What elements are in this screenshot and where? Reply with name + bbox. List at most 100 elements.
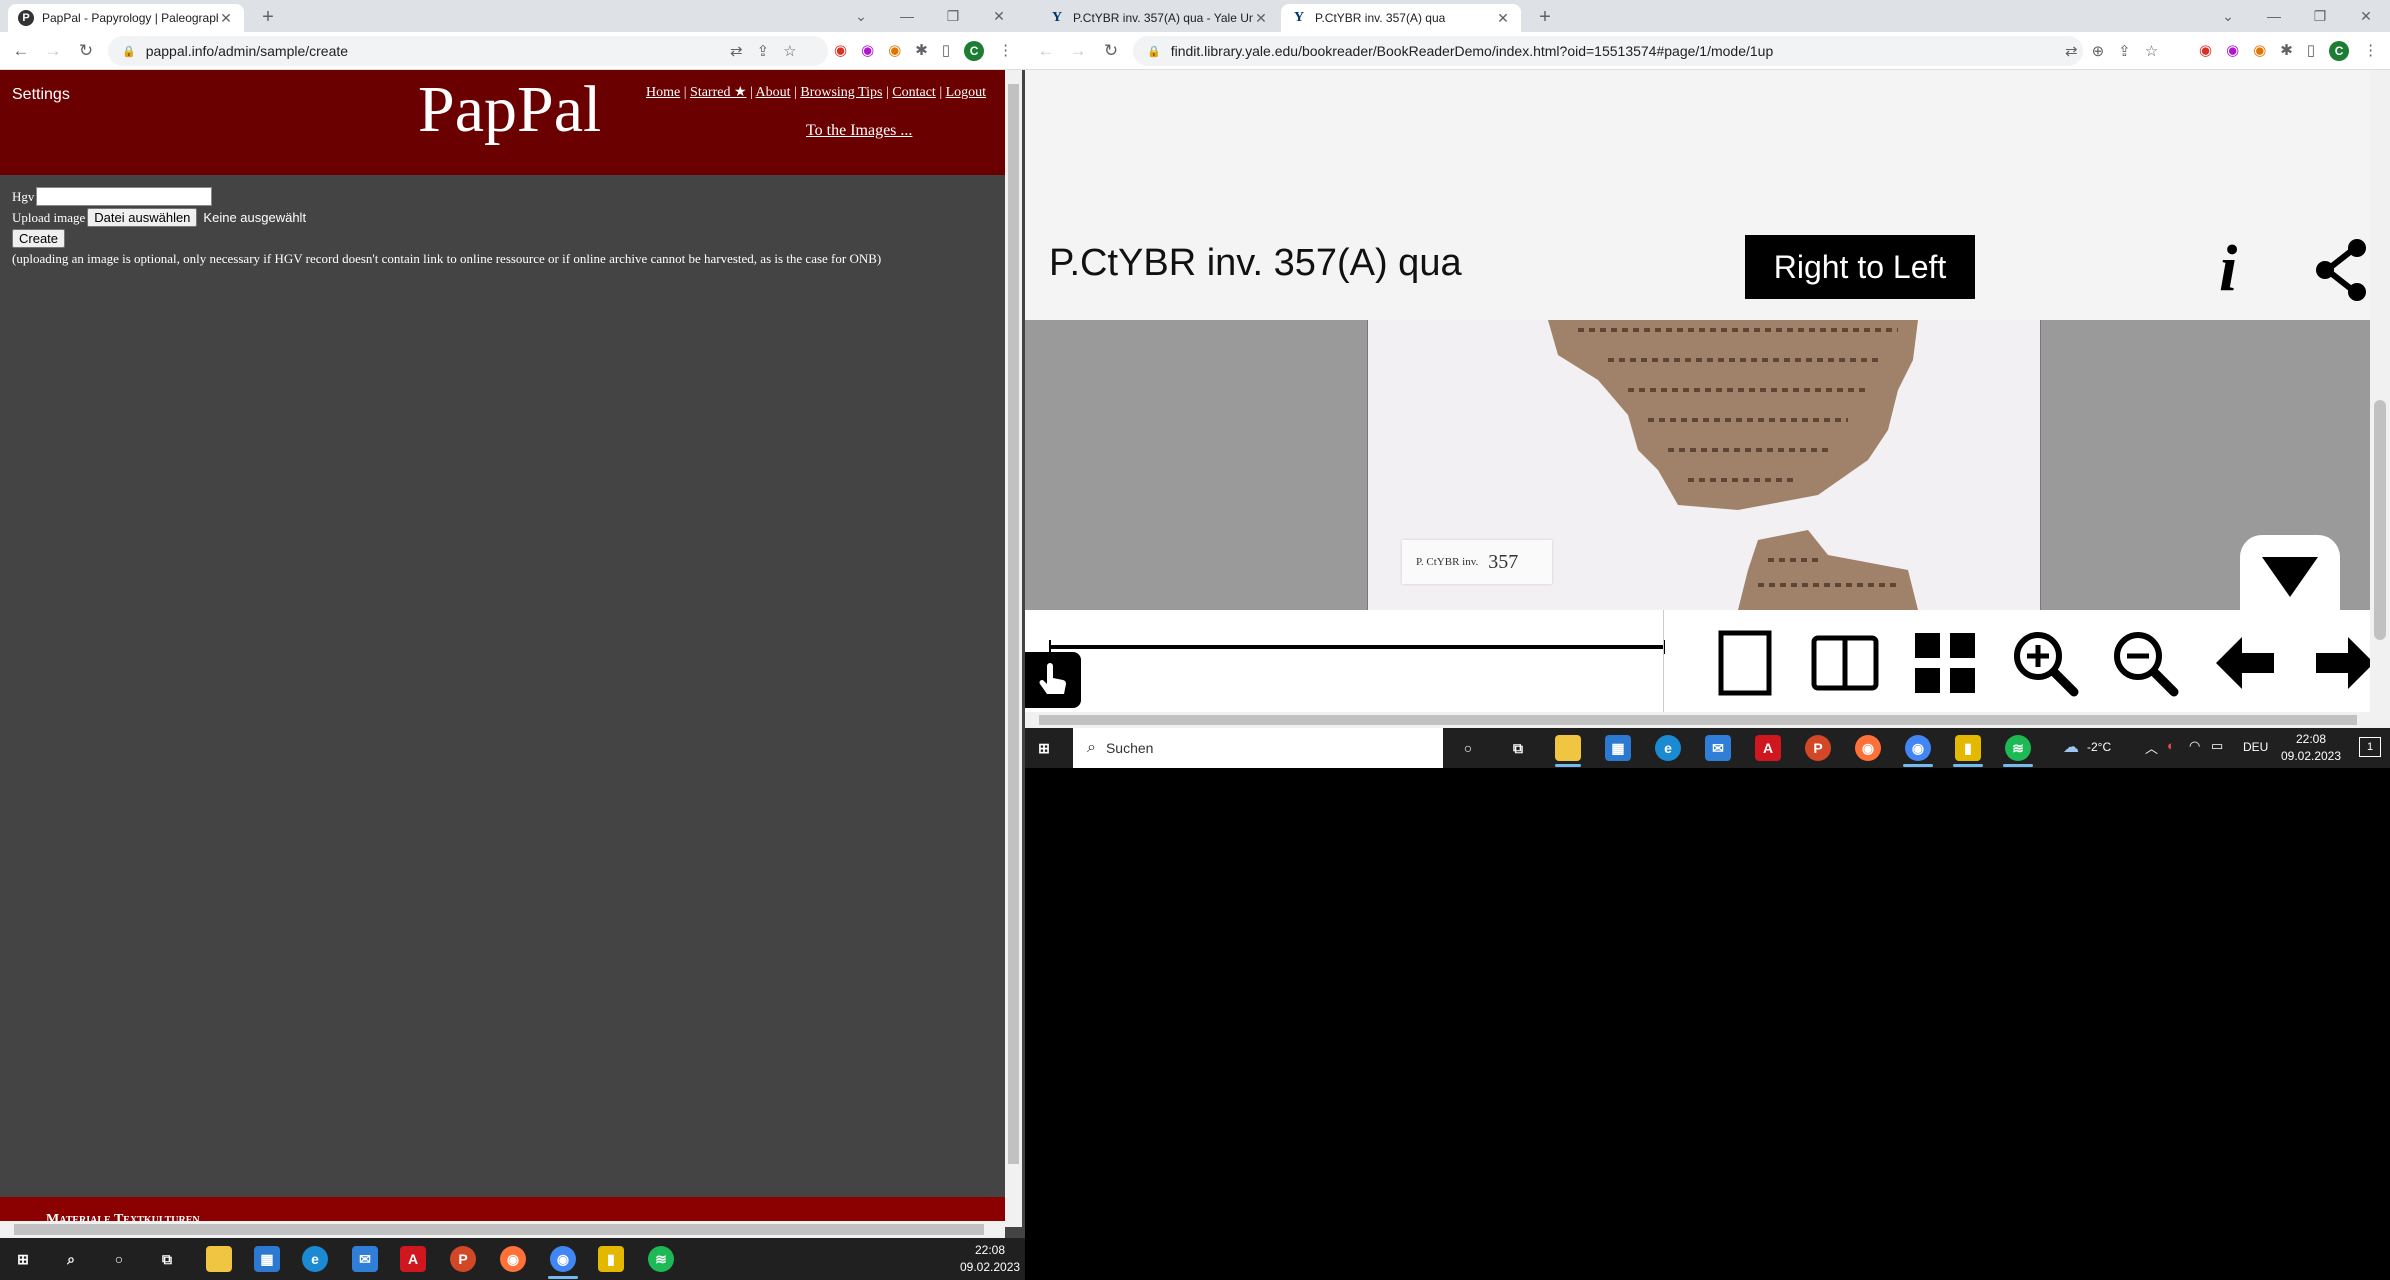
page-viewer[interactable]: P. CtYBR inv. 357 bbox=[1025, 320, 2370, 610]
extension-orange-icon[interactable]: ◉ bbox=[888, 41, 901, 61]
address-bar[interactable]: 🔒 pappal.info/admin/sample/create bbox=[108, 36, 828, 66]
file-explorer-icon[interactable] bbox=[206, 1246, 232, 1272]
chrome-icon[interactable]: ◉ bbox=[1905, 735, 1931, 761]
tab-search-icon[interactable]: ⌄ bbox=[838, 8, 884, 25]
tray-chevron-icon[interactable]: ︿ bbox=[2145, 738, 2158, 757]
pappal-logo[interactable]: PapPal bbox=[418, 72, 601, 148]
sticky-notes-icon[interactable]: ▮ bbox=[1955, 735, 1981, 761]
share-icon[interactable]: ⇪ bbox=[2118, 42, 2131, 60]
extension-orange-icon[interactable]: ◉ bbox=[2253, 41, 2266, 61]
scroll-thumb[interactable] bbox=[14, 1224, 984, 1235]
slider-handle[interactable] bbox=[1025, 652, 1081, 708]
address-bar[interactable]: 🔒 findit.library.yale.edu/bookreader/Boo… bbox=[1133, 36, 2083, 66]
spotify-icon[interactable]: ≋ bbox=[648, 1246, 674, 1272]
extension-purple-icon[interactable]: ◉ bbox=[861, 41, 874, 61]
antivirus-icon[interactable]: ◐ bbox=[2167, 738, 2175, 753]
reload-icon[interactable]: ↻ bbox=[75, 41, 97, 61]
new-tab-button[interactable]: + bbox=[256, 6, 280, 29]
nav-starred[interactable]: Starred ★ bbox=[690, 85, 746, 100]
two-page-view-icon[interactable] bbox=[1810, 628, 1880, 698]
close-tab-icon[interactable]: ✕ bbox=[1495, 10, 1511, 27]
profile-avatar[interactable]: C bbox=[964, 41, 985, 61]
search-icon[interactable]: ⌕ bbox=[58, 1246, 84, 1272]
back-icon[interactable]: ← bbox=[10, 41, 32, 61]
sticky-notes-icon[interactable]: ▮ bbox=[598, 1246, 624, 1272]
task-view-icon[interactable]: ⧉ bbox=[1505, 735, 1531, 761]
notifications-icon[interactable]: 1 bbox=[2359, 737, 2381, 757]
tab-pappal[interactable]: P PapPal - Papyrology | Paleography ✕ bbox=[8, 4, 244, 32]
acrobat-icon[interactable]: A bbox=[400, 1246, 426, 1272]
start-icon[interactable]: ⊞ bbox=[10, 1246, 36, 1272]
thumbnail-view-icon[interactable] bbox=[1910, 628, 1980, 698]
store-icon[interactable]: ▦ bbox=[254, 1246, 280, 1272]
left-horizontal-scrollbar[interactable] bbox=[0, 1221, 1005, 1238]
zoom-icon[interactable]: ⊕ bbox=[2092, 42, 2105, 60]
scroll-thumb[interactable] bbox=[1008, 84, 1019, 1164]
previous-page-icon[interactable] bbox=[2210, 628, 2280, 698]
create-button[interactable]: Create bbox=[12, 229, 66, 248]
profile-avatar[interactable]: C bbox=[2329, 41, 2350, 61]
powerpoint-icon[interactable]: P bbox=[1805, 735, 1831, 761]
nav-contact[interactable]: Contact bbox=[892, 85, 936, 100]
puzzle-icon[interactable]: ✱ bbox=[915, 41, 928, 61]
powerpoint-icon[interactable]: P bbox=[450, 1246, 476, 1272]
bookmark-star-icon[interactable]: ☆ bbox=[2145, 42, 2158, 60]
nav-home[interactable]: Home bbox=[646, 85, 680, 100]
close-tab-icon[interactable]: ✕ bbox=[1253, 10, 1269, 27]
hgv-input[interactable] bbox=[36, 187, 213, 206]
forward-icon[interactable]: → bbox=[42, 41, 64, 61]
extension-red-icon[interactable]: ◉ bbox=[834, 41, 847, 61]
toggle-toolbar-button[interactable] bbox=[2240, 535, 2340, 610]
translate-icon[interactable]: ⇄ bbox=[2065, 42, 2078, 60]
bookmark-star-icon[interactable]: ☆ bbox=[783, 42, 796, 60]
mail-icon[interactable]: ✉ bbox=[1705, 735, 1731, 761]
cortana-icon[interactable]: ○ bbox=[106, 1246, 132, 1272]
firefox-icon[interactable]: ◉ bbox=[1855, 735, 1881, 761]
close-tab-icon[interactable]: ✕ bbox=[218, 10, 234, 27]
battery-icon[interactable]: ▭ bbox=[2211, 738, 2223, 754]
extension-red-icon[interactable]: ◉ bbox=[2199, 41, 2212, 61]
nav-browsing-tips[interactable]: Browsing Tips bbox=[800, 85, 882, 100]
edge-icon[interactable]: e bbox=[1655, 735, 1681, 761]
tab-search-icon[interactable]: ⌄ bbox=[2205, 8, 2251, 25]
restore-icon[interactable]: ❐ bbox=[930, 8, 976, 25]
one-page-view-icon[interactable] bbox=[1710, 628, 1780, 698]
puzzle-icon[interactable]: ✱ bbox=[2280, 41, 2293, 61]
back-icon[interactable]: ← bbox=[1035, 41, 1057, 61]
left-clock[interactable]: 22:08 09.02.2023 bbox=[960, 1242, 1020, 1276]
menu-kebab-icon[interactable]: ⋮ bbox=[998, 41, 1013, 61]
zoom-in-icon[interactable] bbox=[2010, 628, 2080, 698]
reload-icon[interactable]: ↻ bbox=[1100, 41, 1122, 61]
scroll-thumb[interactable] bbox=[1039, 715, 2357, 725]
restore-icon[interactable]: ❐ bbox=[2297, 8, 2343, 25]
page-slider[interactable] bbox=[1049, 645, 1665, 649]
right-to-left-button[interactable]: Right to Left bbox=[1745, 235, 1975, 299]
close-window-icon[interactable]: ✕ bbox=[2343, 8, 2389, 25]
translate-icon[interactable]: ⇄ bbox=[730, 42, 743, 60]
forward-icon[interactable]: → bbox=[1067, 41, 1089, 61]
language-indicator[interactable]: DEU bbox=[2243, 740, 2268, 754]
right-vertical-scrollbar[interactable] bbox=[2370, 70, 2390, 712]
file-explorer-icon[interactable] bbox=[1555, 735, 1581, 761]
menu-kebab-icon[interactable]: ⋮ bbox=[2363, 41, 2378, 61]
new-tab-button[interactable]: + bbox=[1533, 6, 1557, 29]
cortana-icon[interactable]: ○ bbox=[1455, 735, 1481, 761]
sidepanel-icon[interactable]: ▯ bbox=[942, 41, 950, 61]
share-icon[interactable]: ⇪ bbox=[757, 42, 770, 60]
mail-icon[interactable]: ✉ bbox=[352, 1246, 378, 1272]
minimize-icon[interactable]: — bbox=[884, 8, 930, 24]
share-icon[interactable] bbox=[2315, 238, 2369, 302]
taskbar-search-box[interactable]: ⌕ Suchen bbox=[1073, 728, 1443, 768]
scroll-thumb[interactable] bbox=[2374, 400, 2386, 640]
edge-icon[interactable]: e bbox=[302, 1246, 328, 1272]
tab-yale-university[interactable]: Y P.CtYBR inv. 357(A) qua - Yale Univers… bbox=[1039, 4, 1279, 32]
tab-bookreader[interactable]: Y P.CtYBR inv. 357(A) qua ✕ bbox=[1281, 4, 1521, 32]
store-icon[interactable]: ▦ bbox=[1605, 735, 1631, 761]
settings-link[interactable]: Settings bbox=[12, 86, 70, 104]
to-the-images-link[interactable]: To the Images ... bbox=[806, 122, 912, 140]
choose-file-button[interactable]: Datei auswählen bbox=[87, 208, 198, 227]
zoom-out-icon[interactable] bbox=[2110, 628, 2180, 698]
weather-temp[interactable]: -2°C bbox=[2087, 740, 2111, 754]
left-vertical-scrollbar[interactable] bbox=[1005, 70, 1022, 1227]
right-horizontal-scrollbar[interactable] bbox=[1025, 712, 2390, 728]
